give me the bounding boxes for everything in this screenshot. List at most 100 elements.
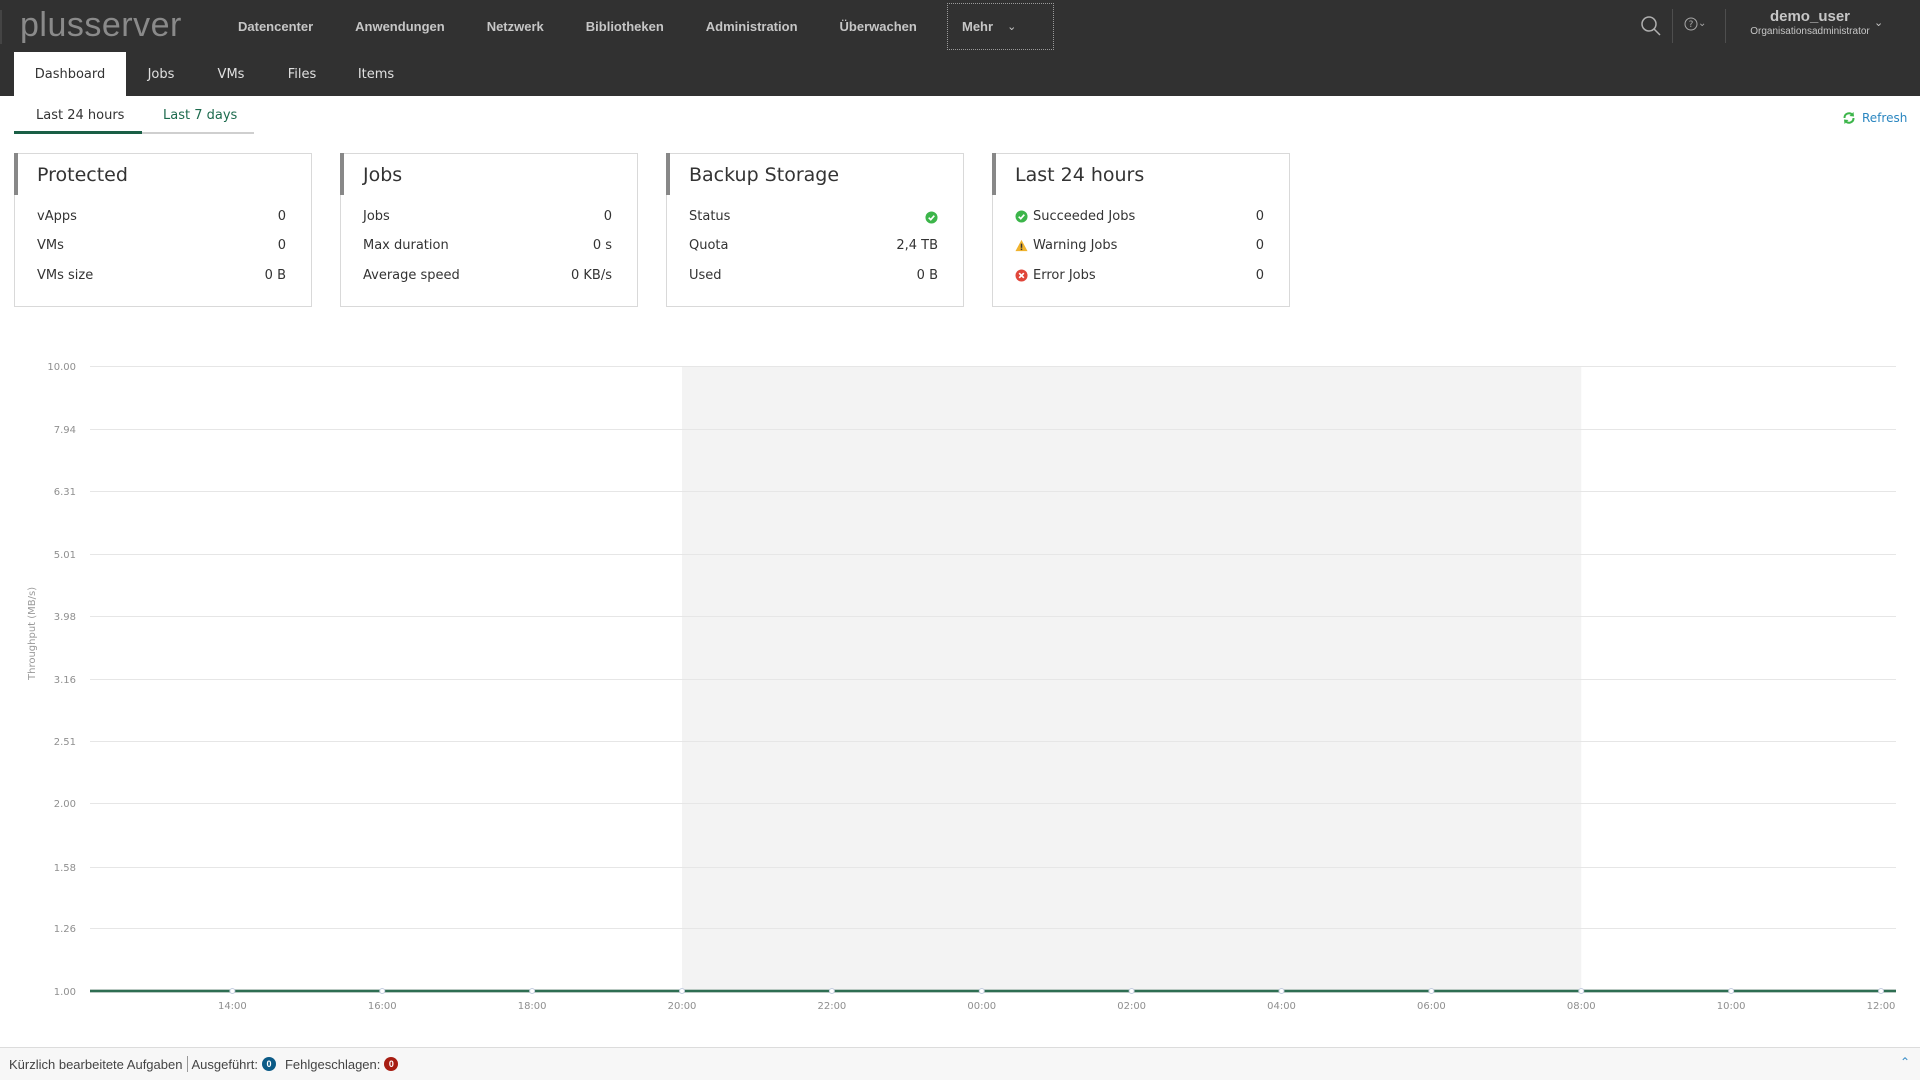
x-tick-label: 20:00 — [668, 1001, 697, 1010]
help-icon: ? — [1684, 17, 1698, 30]
active-tab-indicator — [14, 131, 142, 134]
y-tick-label: 2.00 — [54, 799, 76, 810]
x-tick-label: 06:00 — [1417, 1001, 1446, 1010]
help-menu[interactable]: ? ⌄ — [1684, 16, 1706, 31]
executed-count-badge[interactable]: 0 — [261, 1057, 276, 1071]
user-name: demo_user — [1769, 8, 1851, 25]
y-tick-label: 5.01 — [54, 550, 76, 561]
tab-vms[interactable]: VMs — [208, 52, 254, 96]
status-divider — [187, 1056, 189, 1072]
data-point — [1878, 988, 1885, 994]
row-value: 0 B — [264, 268, 286, 283]
y-tick-label: 1.58 — [54, 863, 76, 874]
y-tick-label: 1.26 — [54, 924, 76, 935]
data-point — [529, 988, 536, 994]
recent-tasks-link[interactable]: Kürzlich bearbeitete Aufgaben — [9, 1057, 182, 1072]
chevron-down-icon[interactable]: ⌄ — [1874, 16, 1883, 29]
search-icon[interactable] — [1640, 15, 1662, 37]
header-divider — [1672, 9, 1673, 43]
executed-label: Ausgeführt: — [191, 1056, 258, 1072]
x-tick-label: 08:00 — [1567, 1001, 1596, 1010]
nav-more-dropdown[interactable]: Mehr ⌄ — [947, 3, 1054, 50]
status-bar: Kürzlich bearbeitete Aufgaben Ausgeführt… — [0, 1047, 1920, 1080]
row-value: 0 — [1255, 268, 1264, 283]
tab-last-7-days[interactable]: Last 7 days — [163, 108, 237, 123]
period-tabs: Last 24 hours Last 7 days — [14, 104, 254, 134]
y-tick-label: 6.31 — [54, 487, 76, 498]
row-label: Error Jobs — [1033, 268, 1096, 283]
user-menu[interactable]: demo_user Organisationsadministrator — [1740, 8, 1880, 37]
warning-icon — [1015, 239, 1028, 252]
header-divider — [1725, 9, 1726, 43]
card-row: Error Jobs 0 — [1015, 268, 1264, 283]
y-tick-label: 2.51 — [54, 737, 76, 748]
brand-logo[interactable]: plusserver — [20, 6, 182, 45]
card-row: Warning Jobs 0 — [1015, 238, 1264, 253]
card-row: VMs size 0 B — [37, 268, 286, 283]
row-label: Quota — [689, 238, 729, 253]
card-row: Status — [689, 209, 938, 224]
error-circle-icon — [1015, 269, 1028, 282]
row-label: Warning Jobs — [1033, 238, 1118, 253]
throughput-chart: 10.00 7.94 6.31 5.01 3.98 3.16 2.51 2.00 1.58 1.2… — [47, 362, 1896, 1010]
card-backup-storage: Backup Storage Status Quota 2,4 TB Used … — [666, 153, 964, 307]
check-circle-icon — [925, 211, 938, 224]
row-value: 0 s — [592, 238, 612, 253]
y-tick-label: 1.00 — [54, 987, 76, 998]
data-point — [1428, 988, 1435, 994]
card-accent — [340, 153, 344, 195]
tab-files[interactable]: Files — [278, 52, 326, 96]
row-label: Jobs — [363, 209, 390, 224]
night-band — [682, 366, 1582, 991]
data-point — [978, 988, 985, 994]
data-point — [828, 988, 835, 994]
tab-jobs[interactable]: Jobs — [138, 52, 184, 96]
y-tick-label: 10.00 — [47, 362, 76, 373]
row-value: 0 B — [916, 268, 938, 283]
row-label: Max duration — [363, 238, 449, 253]
card-accent — [666, 153, 670, 195]
card-title: Protected — [37, 164, 128, 186]
card-title: Backup Storage — [689, 164, 840, 186]
nav-anwendungen[interactable]: Anwendungen — [355, 19, 445, 34]
logo-divider — [0, 10, 2, 44]
data-point — [679, 988, 686, 994]
chevron-down-icon: ⌄ — [1007, 20, 1017, 33]
row-label: VMs — [37, 238, 64, 253]
x-tick-label: 02:00 — [1117, 1001, 1146, 1010]
card-title: Last 24 hours — [1015, 164, 1145, 186]
check-circle-icon — [1015, 210, 1028, 223]
row-value: 0 — [1255, 238, 1264, 253]
card-protected: Protected vApps 0 VMs 0 VMs size 0 B — [14, 153, 312, 307]
tab-last-24-hours[interactable]: Last 24 hours — [36, 108, 124, 123]
card-row: Quota 2,4 TB — [689, 238, 938, 253]
x-tick-label: 10:00 — [1717, 1001, 1746, 1010]
refresh-icon — [1843, 112, 1855, 124]
y-tick-label: 3.98 — [54, 612, 76, 623]
tab-dashboard[interactable]: Dashboard — [14, 52, 126, 96]
nav-netzwerk[interactable]: Netzwerk — [487, 19, 544, 34]
y-tick-label: 3.16 — [54, 675, 76, 686]
x-tick-label: 04:00 — [1267, 1001, 1296, 1010]
nav-bibliotheken[interactable]: Bibliotheken — [586, 19, 664, 34]
refresh-button[interactable]: Refresh — [1842, 111, 1907, 125]
nav-datencenter[interactable]: Datencenter — [238, 19, 313, 34]
failed-count-badge[interactable]: 0 — [384, 1057, 399, 1071]
sub-navigation: Dashboard Jobs VMs Files Items — [0, 52, 1920, 96]
card-accent — [992, 153, 996, 195]
nav-administration[interactable]: Administration — [706, 19, 798, 34]
data-point — [1128, 988, 1135, 994]
row-value: 0 — [277, 209, 286, 224]
row-label: Status — [689, 209, 731, 224]
row-value: 0 KB/s — [571, 268, 612, 283]
nav-ueberwachen[interactable]: Überwachen — [840, 19, 917, 34]
expand-panel-icon[interactable]: ⌃ — [1900, 1055, 1910, 1069]
x-tick-label: 00:00 — [967, 1001, 996, 1010]
failed-label: Fehlgeschlagen: — [284, 1056, 381, 1072]
tab-items[interactable]: Items — [350, 52, 402, 96]
row-label: Average speed — [363, 268, 460, 283]
card-title: Jobs — [363, 164, 403, 186]
card-row: Max duration 0 s — [363, 238, 612, 253]
card-row: Used 0 B — [689, 268, 938, 283]
card-row: vApps 0 — [37, 209, 286, 224]
